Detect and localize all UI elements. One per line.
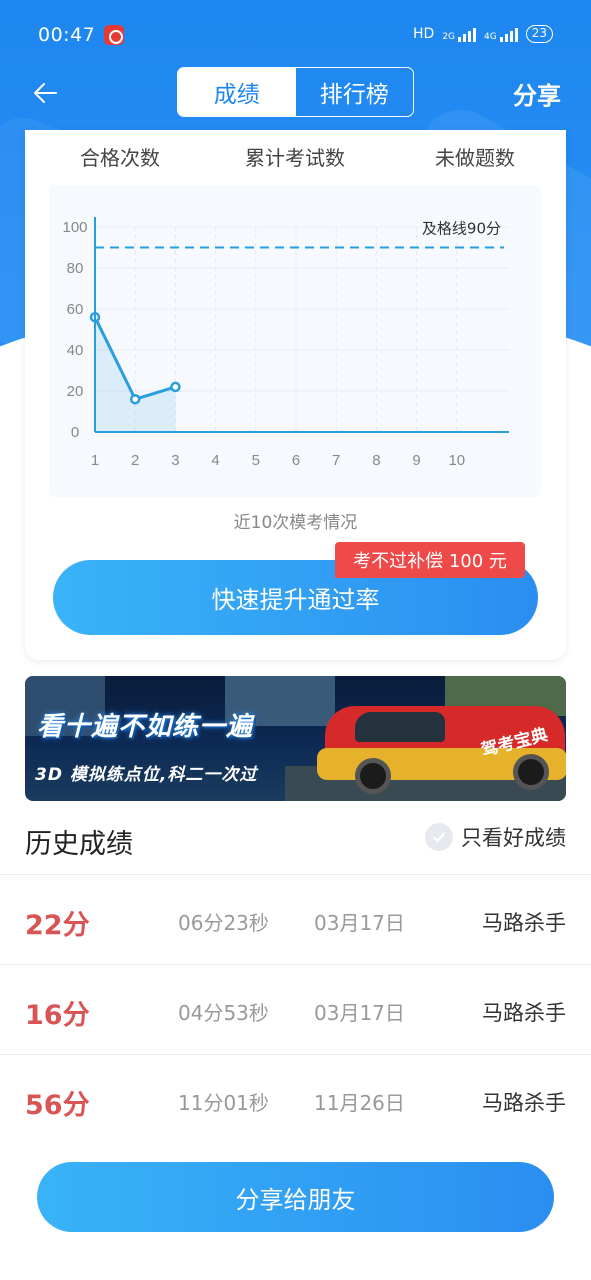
summary-card: 合格次数 累计考试数 未做题数 0 20 40 60 80 100 1 2 3 4 5 6 7 8 9 10 及… (25, 130, 566, 660)
good-scores-filter[interactable]: 只看好成绩 (425, 822, 566, 852)
x-tick-label: 10 (448, 452, 465, 469)
segment-control: 成绩 排行榜 (177, 67, 414, 117)
score-chart: 0 20 40 60 80 100 1 2 3 4 5 6 7 8 9 10 及格线90分 (49, 185, 541, 497)
share-button[interactable]: 分享 (513, 76, 561, 111)
history-row[interactable]: 16分 04分53秒 03月17日 马路杀手 (0, 965, 591, 1055)
history-row[interactable]: 22分 06分23秒 03月17日 马路杀手 (0, 875, 591, 965)
score-chart-svg: 0 20 40 60 80 100 1 2 3 4 5 6 7 8 9 10 及格线90分 (62, 217, 509, 469)
compensation-badge: 考不过补偿 100 元 (335, 542, 525, 578)
chart-caption: 近10次模考情况 (233, 513, 358, 533)
signal-4g-icon: 4G (484, 26, 518, 42)
pass-threshold-label: 及格线90分 (422, 220, 501, 238)
row-date: 03月17日 (314, 911, 405, 935)
row-duration: 04分53秒 (178, 1001, 269, 1025)
y-tick-label: 80 (67, 260, 84, 277)
check-icon[interactable] (425, 823, 453, 851)
row-user: 马路杀手 (482, 1091, 566, 1115)
status-bar: 00:47 HD 2G 4G 23 (0, 0, 591, 72)
stat-label: 未做题数 (435, 146, 515, 170)
x-tick-label: 2 (131, 452, 139, 469)
x-tick-label: 3 (171, 452, 179, 469)
arrow-left-icon[interactable] (30, 78, 60, 108)
tab-ranking[interactable]: 排行榜 (296, 68, 414, 116)
stat-exam-count: 累计考试数 (235, 142, 355, 171)
x-tick-label: 8 (372, 452, 380, 469)
x-tick-label: 5 (252, 452, 260, 469)
data-point (170, 381, 181, 393)
row-score: 22分 (25, 910, 90, 941)
row-duration: 11分01秒 (178, 1091, 269, 1115)
row-user: 马路杀手 (482, 1001, 566, 1025)
stat-pass-count: 合格次数 (70, 142, 170, 171)
row-score: 56分 (25, 1090, 90, 1121)
y-tick-label: 60 (67, 301, 84, 318)
notification-app-icon (104, 25, 124, 45)
tab-scores[interactable]: 成绩 (178, 68, 296, 116)
battery-indicator: 23 (525, 25, 553, 43)
y-tick-label: 0 (71, 424, 79, 441)
x-tick-label: 1 (91, 452, 99, 469)
row-duration: 06分23秒 (178, 911, 269, 935)
stat-label: 累计考试数 (245, 146, 345, 170)
y-tick-label: 100 (62, 219, 87, 236)
row-user: 马路杀手 (482, 911, 566, 935)
row-score: 16分 (25, 1000, 90, 1031)
status-indicators: HD 2G 4G 23 (413, 25, 553, 43)
status-time: 00:47 (38, 24, 96, 46)
stat-undone-count: 未做题数 (425, 142, 525, 171)
stat-label: 合格次数 (80, 146, 160, 170)
history-row[interactable]: 56分 11分01秒 11月26日 马路杀手 (0, 1055, 591, 1145)
x-tick-label: 7 (332, 452, 340, 469)
banner-headline: 看十遍不如练一遍 (37, 712, 254, 742)
hd-indicator: HD (413, 26, 435, 42)
x-tick-label: 6 (292, 452, 300, 469)
y-tick-label: 20 (67, 383, 84, 400)
stats-row: 合格次数 累计考试数 未做题数 (25, 130, 566, 180)
x-tick-label: 9 (412, 452, 420, 469)
filter-label: 只看好成绩 (461, 826, 566, 850)
promo-banner[interactable]: 驾考宝典 看十遍不如练一遍 3D 模拟练点位,科二一次过 (25, 676, 566, 801)
data-point (129, 393, 141, 405)
banner-subline: 3D 模拟练点位,科二一次过 (35, 765, 258, 785)
signal-2g-icon: 2G (442, 26, 477, 42)
row-date: 03月17日 (314, 1001, 405, 1025)
history-title: 历史成绩 (25, 829, 133, 860)
share-to-friends-button[interactable]: 分享给朋友 (37, 1162, 554, 1232)
row-date: 11月26日 (314, 1091, 405, 1115)
x-tick-label: 4 (211, 452, 219, 469)
y-tick-label: 40 (67, 342, 84, 359)
